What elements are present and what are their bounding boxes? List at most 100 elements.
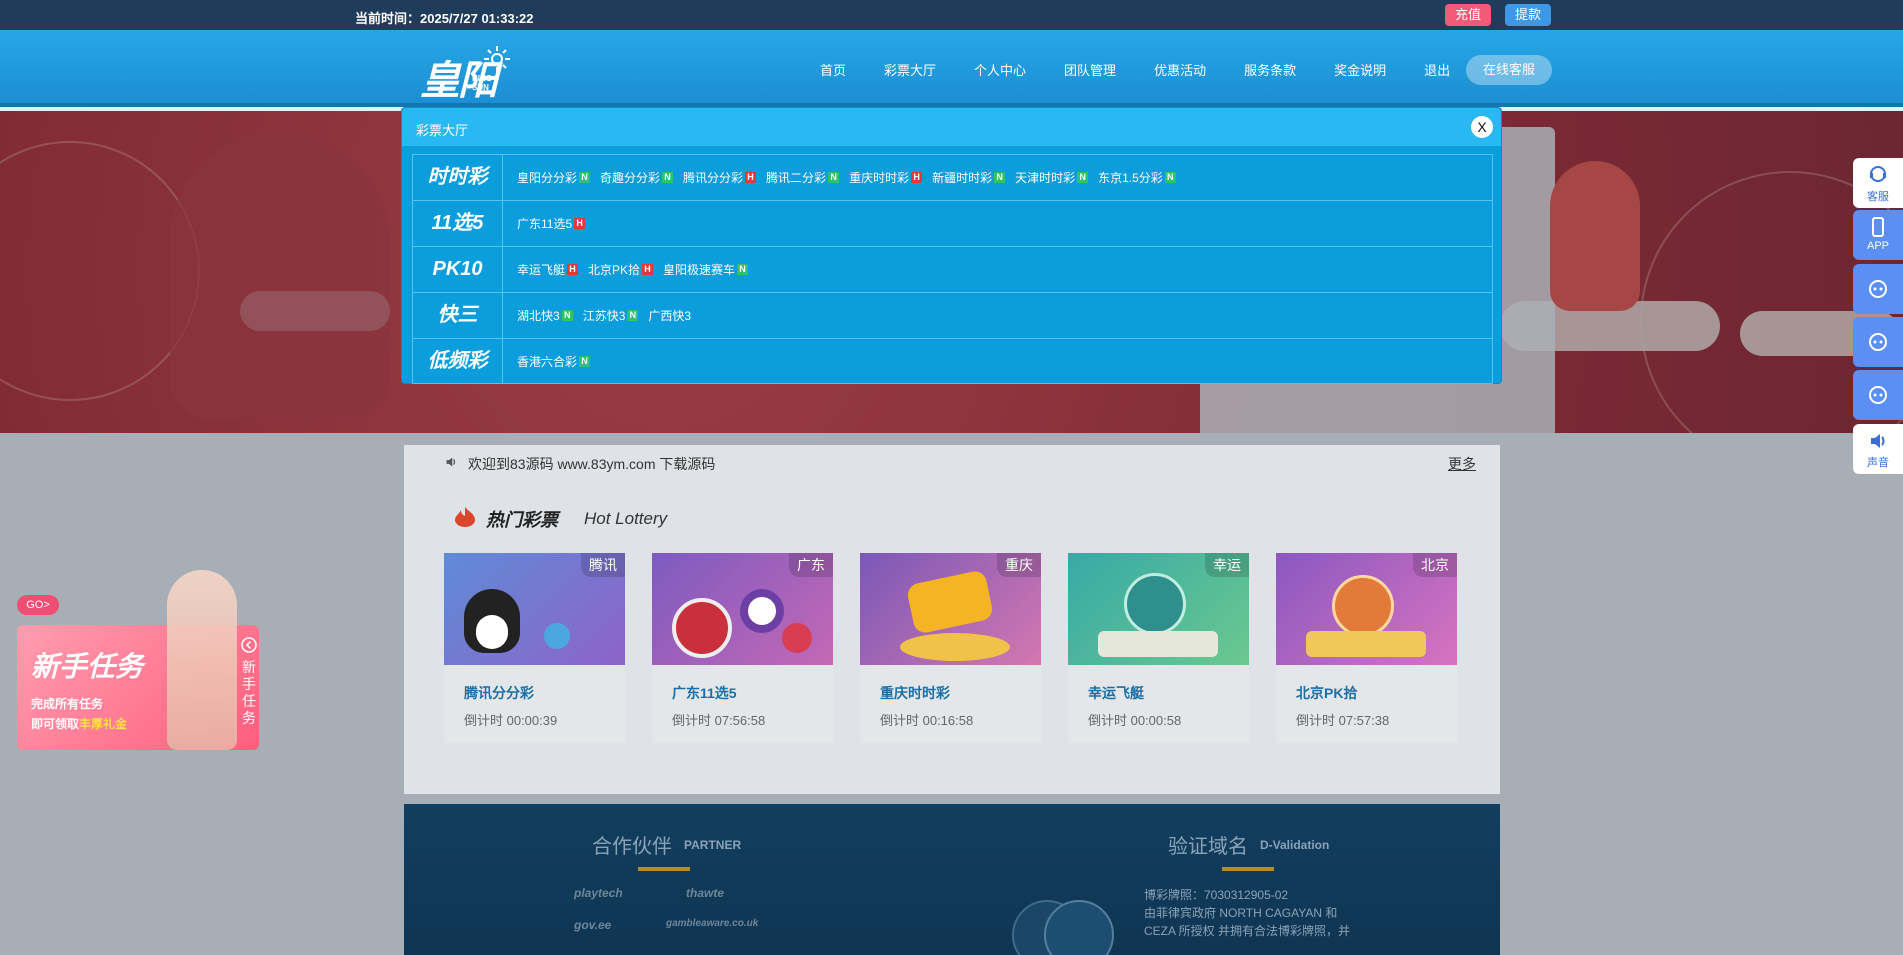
nav-bonus-info[interactable]: 奖金说明 xyxy=(1334,60,1386,79)
card-image: 幸运 xyxy=(1068,553,1249,665)
main-nav: 首页 彩票大厅 个人中心 团队管理 优惠活动 服务条款 奖金说明 退出 xyxy=(820,60,1488,79)
lottery-card[interactable]: 腾讯 腾讯分分彩 倒计时 00:00:39 xyxy=(444,553,625,743)
category-row-k3: 快三 湖北快3 N 江苏快3 N 广西快3 xyxy=(412,292,1493,338)
popup-title: 彩票大厅 xyxy=(416,123,469,138)
logo[interactable]: 皇阳 KING SUN xyxy=(420,44,515,104)
new-badge: N xyxy=(627,310,639,321)
partner-logo: gov.ee xyxy=(574,918,612,932)
verify-title: 验证域名 xyxy=(1168,836,1248,858)
game-link[interactable]: 广西快3 xyxy=(648,307,691,324)
game-link[interactable]: 奇趣分分彩 N xyxy=(600,169,674,186)
phone-icon xyxy=(1872,217,1884,237)
game-link[interactable]: 腾讯二分彩 N xyxy=(766,169,840,186)
game-link[interactable]: 广东11选5 H xyxy=(517,215,586,232)
nav-terms[interactable]: 服务条款 xyxy=(1244,60,1296,79)
nav-home[interactable]: 首页 xyxy=(820,60,846,79)
recharge-button[interactable]: 充值 xyxy=(1445,4,1492,26)
hot-badge: H xyxy=(574,218,586,229)
lottery-card[interactable]: 幸运 幸运飞艇 倒计时 00:00:58 xyxy=(1068,553,1249,743)
card-countdown: 倒计时 00:00:39 xyxy=(464,713,558,728)
game-link[interactable]: 湖北快3 N xyxy=(517,307,573,324)
verify-en: D-Validation xyxy=(1260,838,1330,852)
footer-band: 合作伙伴 PARTNER playtech thawte gov.ee gamb… xyxy=(404,804,1500,955)
speaker-icon xyxy=(1871,434,1885,448)
sidebar-app[interactable]: APP xyxy=(1853,210,1903,260)
game-link[interactable]: 幸运飞艇 H xyxy=(517,261,579,278)
nav-promotions[interactable]: 优惠活动 xyxy=(1154,60,1206,79)
game-link[interactable]: 香港六合彩 N xyxy=(517,353,591,370)
current-time: 当前时间：2025/7/27 01:33:22 xyxy=(355,11,534,26)
game-link[interactable]: 天津时时彩 N xyxy=(1015,169,1089,186)
card-name: 北京PK拾 xyxy=(1296,685,1358,701)
withdraw-button[interactable]: 提款 xyxy=(1505,4,1552,26)
promo-side-text: 新手任务 xyxy=(242,659,256,726)
license-desc: 由菲律宾政府 NORTH CAGAYAN 和 CEZA 所授权 并拥有合法博彩牌… xyxy=(1144,906,1351,938)
new-badge: N xyxy=(828,172,840,183)
card-image: 广东 xyxy=(652,553,833,665)
lottery-card[interactable]: 重庆 重庆时时彩 倒计时 00:16:58 xyxy=(860,553,1041,743)
game-link[interactable]: 腾讯分分彩 H xyxy=(683,169,757,186)
partner-logo: playtech xyxy=(574,886,623,900)
hot-title: 热门彩票 xyxy=(486,510,558,530)
lottery-card[interactable]: 北京 北京PK拾 倒计时 07:57:38 xyxy=(1276,553,1457,743)
lottery-hall-popup: 彩票大厅 X 时时彩 皇阳分分彩 N 奇趣分分彩 N 腾讯分分彩 H 腾讯二分彩 N 重… xyxy=(401,107,1502,384)
go-button[interactable]: GO> xyxy=(17,595,59,615)
game-link[interactable]: 江苏快3 N xyxy=(583,307,639,324)
sidebar-customer-service[interactable]: 客服 xyxy=(1853,158,1903,208)
partner-logo: thawte xyxy=(686,886,725,900)
partner-en: PARTNER xyxy=(684,838,742,852)
card-image: 重庆 xyxy=(860,553,1041,665)
hot-badge: H xyxy=(911,172,923,183)
game-link[interactable]: 东京1.5分彩 N xyxy=(1098,169,1176,186)
sidebar-chat-3[interactable] xyxy=(1853,370,1903,420)
partner-logo: gambleaware.co.uk xyxy=(666,918,759,929)
category-label: 时时彩 xyxy=(413,155,503,200)
promo-gift: 丰厚礼金 xyxy=(79,717,128,731)
nav-logout[interactable]: 退出 xyxy=(1424,60,1450,79)
card-region: 腾讯 xyxy=(581,553,625,577)
game-link[interactable]: 重庆时时彩 H xyxy=(849,169,923,186)
card-region: 北京 xyxy=(1413,553,1457,577)
card-image: 北京 xyxy=(1276,553,1457,665)
sun-icon xyxy=(484,46,510,72)
newbie-task-promo[interactable]: 新手任务 完成所有任务 即可领取丰厚礼金 新手任务 xyxy=(17,570,259,750)
game-link[interactable]: 新疆时时彩 N xyxy=(932,169,1006,186)
new-badge: N xyxy=(579,172,591,183)
hot-lottery-section: 热门彩票 Hot Lottery 腾讯 腾讯分分彩 倒计时 00:00:39 广… xyxy=(404,480,1500,794)
game-link[interactable]: 皇阳极速赛车 N xyxy=(663,261,749,278)
category-row-low-freq: 低频彩 香港六合彩 N xyxy=(412,338,1493,384)
online-service-button[interactable]: 在线客服 xyxy=(1466,55,1552,85)
new-badge: N xyxy=(737,264,749,275)
chat-bot-icon xyxy=(1869,280,1887,298)
sidebar-chat-2[interactable] xyxy=(1853,317,1903,367)
popup-header: 彩票大厅 X xyxy=(402,108,1501,146)
flame-icon xyxy=(455,507,475,527)
nav-personal-center[interactable]: 个人中心 xyxy=(974,60,1026,79)
close-button[interactable]: X xyxy=(1471,116,1493,138)
new-badge: N xyxy=(579,355,591,367)
sidebar-label: APP xyxy=(1866,240,1889,252)
game-link[interactable]: 皇阳分分彩 N xyxy=(517,169,591,186)
partner-title: 合作伙伴 xyxy=(592,836,672,858)
more-link[interactable]: 更多 xyxy=(1448,454,1476,474)
seal-badge xyxy=(1044,900,1114,955)
notice-bar: 欢迎到83源码 www.83ym.com 下载源码 更多 xyxy=(404,445,1500,480)
game-link[interactable]: 北京PK拾 H xyxy=(588,261,654,278)
chevron-left-icon[interactable] xyxy=(241,637,257,653)
chat-bot-icon xyxy=(1869,386,1887,404)
card-name: 幸运飞艇 xyxy=(1088,685,1144,701)
nav-team-management[interactable]: 团队管理 xyxy=(1064,60,1116,79)
sidebar-sound[interactable]: 声音 xyxy=(1853,424,1903,474)
hot-badge: H xyxy=(745,172,757,183)
category-row-pk10: PK10 幸运飞艇 H 北京PK拾 H 皇阳极速赛车 N xyxy=(412,246,1493,292)
card-countdown: 倒计时 07:56:58 xyxy=(672,713,766,728)
notice-text: 欢迎到83源码 www.83ym.com 下载源码 xyxy=(468,456,716,472)
nav-lottery-hall[interactable]: 彩票大厅 xyxy=(884,60,936,79)
hot-subtitle: Hot Lottery xyxy=(584,509,668,528)
sidebar-chat-1[interactable] xyxy=(1853,264,1903,314)
hot-cards: 腾讯 腾讯分分彩 倒计时 00:00:39 广东 广东11选5 倒计时 07:5… xyxy=(444,553,1484,743)
lottery-card[interactable]: 广东 广东11选5 倒计时 07:56:58 xyxy=(652,553,833,743)
new-badge: N xyxy=(662,172,674,183)
hot-badge: H xyxy=(642,264,654,275)
category-label: PK10 xyxy=(413,247,503,292)
